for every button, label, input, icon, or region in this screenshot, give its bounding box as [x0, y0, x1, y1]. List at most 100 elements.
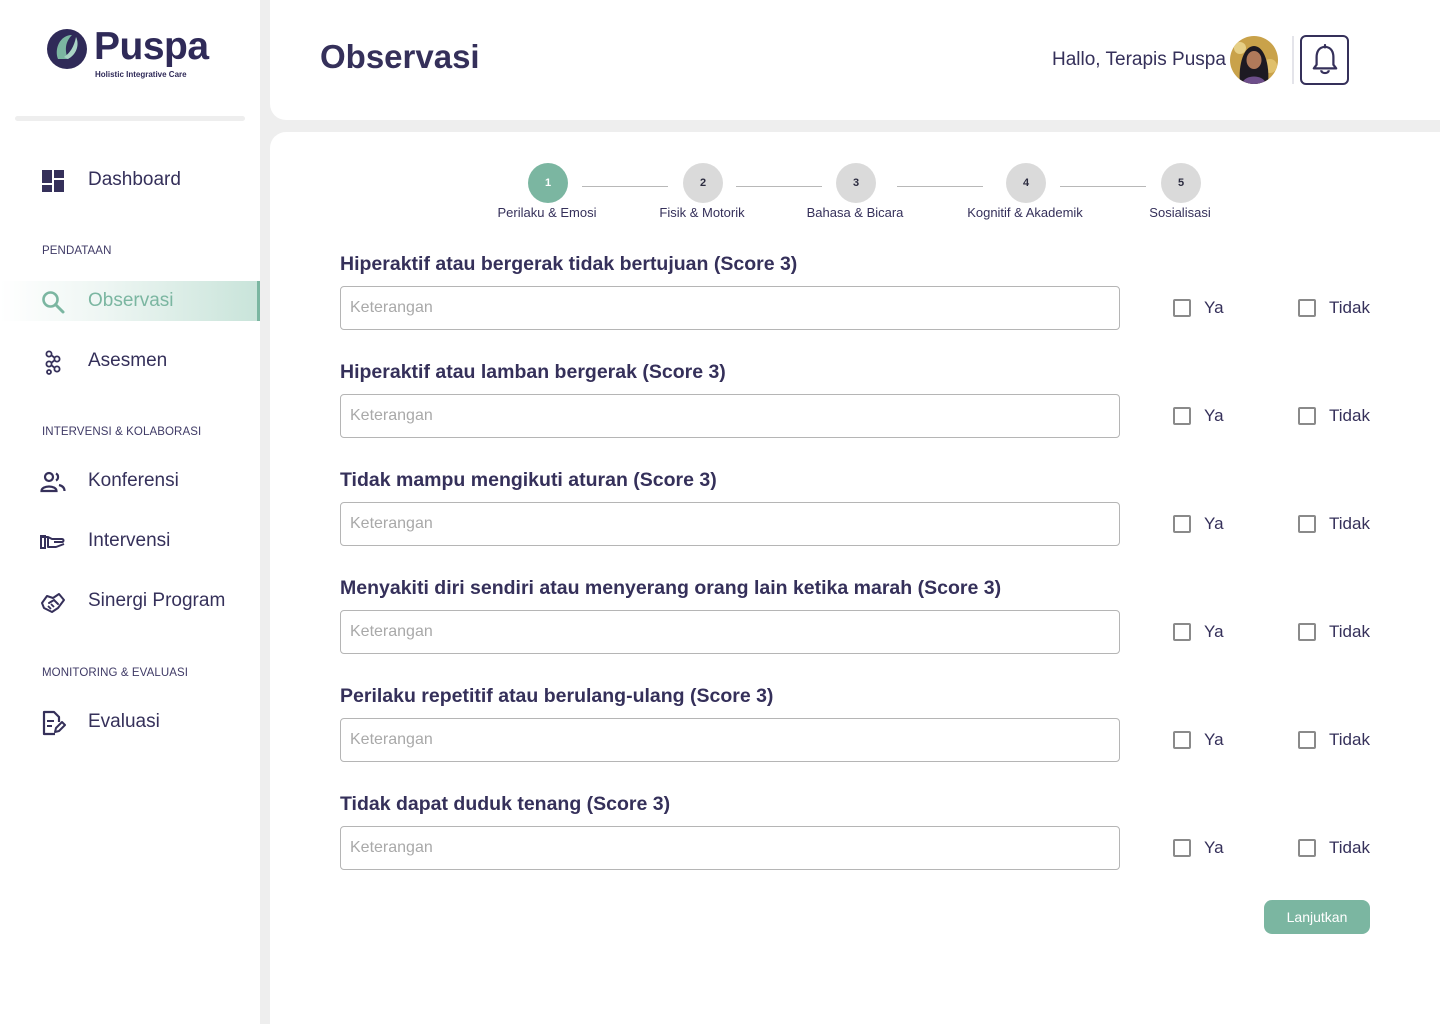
- notification-button[interactable]: [1300, 35, 1349, 85]
- step-3[interactable]: 3: [836, 163, 876, 203]
- step-label: Perilaku & Emosi: [497, 205, 597, 220]
- user-greeting: Hallo, Terapis Puspa: [1052, 49, 1226, 70]
- checkbox-label: Ya: [1204, 622, 1224, 641]
- step-connector: [1060, 186, 1146, 187]
- sidebar-item-asesmen[interactable]: Asesmen: [0, 341, 260, 381]
- section-title-monitoring-evaluasi: MONITORING & EVALUASI: [42, 667, 189, 679]
- keterangan-input[interactable]: [340, 718, 1120, 762]
- sidebar-item-label: Asesmen: [88, 350, 168, 371]
- sidebar-item-konferensi[interactable]: Konferensi: [0, 461, 260, 501]
- no-checkbox[interactable]: Tidak: [1298, 406, 1370, 426]
- yes-checkbox[interactable]: Ya: [1173, 622, 1224, 642]
- keterangan-input[interactable]: [340, 826, 1120, 870]
- sidebar-item-dashboard[interactable]: Dashboard: [0, 160, 260, 200]
- brand-logo[interactable]: Puspa Holistic Integrative Care: [46, 25, 209, 87]
- bell-icon: [1312, 44, 1338, 75]
- yes-checkbox[interactable]: Ya: [1173, 406, 1224, 426]
- question-title: Hiperaktif atau lamban bergerak (Score 3…: [340, 361, 726, 383]
- checkbox-label: Ya: [1204, 838, 1224, 857]
- sidebar-item-label: Intervensi: [88, 530, 171, 551]
- checkbox-label: Tidak: [1329, 838, 1370, 857]
- sidebar-item-label: Observasi: [88, 290, 174, 311]
- checkbox-box[interactable]: [1173, 839, 1191, 857]
- checkbox-box[interactable]: [1298, 839, 1316, 857]
- checkbox-label: Ya: [1204, 514, 1224, 533]
- checkbox-box[interactable]: [1298, 623, 1316, 641]
- checkbox-box[interactable]: [1298, 731, 1316, 749]
- step-5[interactable]: 5: [1161, 163, 1201, 203]
- step-label: Kognitif & Akademik: [967, 205, 1083, 220]
- question-title: Tidak dapat duduk tenang (Score 3): [340, 793, 671, 815]
- dashboard-icon: [42, 170, 64, 192]
- no-checkbox[interactable]: Tidak: [1298, 298, 1370, 318]
- yes-checkbox[interactable]: Ya: [1173, 298, 1224, 318]
- sidebar-item-label: Sinergi Program: [88, 590, 226, 611]
- step-1[interactable]: 1: [528, 163, 568, 203]
- step-2[interactable]: 2: [683, 163, 723, 203]
- keterangan-input[interactable]: [340, 286, 1120, 330]
- sidebar: Puspa Holistic Integrative Care Dashboar…: [0, 0, 260, 1024]
- step-label: Bahasa & Bicara: [806, 205, 904, 220]
- sidebar-item-intervensi[interactable]: Intervensi: [0, 521, 260, 561]
- checkbox-box[interactable]: [1173, 623, 1191, 641]
- no-checkbox[interactable]: Tidak: [1298, 514, 1370, 534]
- sidebar-item-label: Konferensi: [88, 470, 179, 491]
- checkbox-box[interactable]: [1173, 299, 1191, 317]
- page-title: Observasi: [320, 38, 480, 75]
- checkbox-box[interactable]: [1298, 407, 1316, 425]
- question-title: Perilaku repetitif atau berulang-ulang (…: [340, 685, 774, 707]
- checkbox-label: Tidak: [1329, 298, 1370, 317]
- step-4[interactable]: 4: [1006, 163, 1046, 203]
- checkbox-label: Ya: [1204, 298, 1224, 317]
- no-checkbox[interactable]: Tidak: [1298, 622, 1370, 642]
- avatar-image: [1230, 36, 1278, 84]
- step-label: Sosialisasi: [1149, 205, 1211, 220]
- keterangan-input[interactable]: [340, 610, 1120, 654]
- keterangan-input[interactable]: [340, 394, 1120, 438]
- people-icon: [40, 471, 66, 493]
- checkbox-label: Ya: [1204, 730, 1224, 749]
- yes-checkbox[interactable]: Ya: [1173, 838, 1224, 858]
- checkbox-box[interactable]: [1298, 299, 1316, 317]
- section-title-intervensi-kolaborasi: INTERVENSI & KOLABORASI: [42, 426, 202, 438]
- checkbox-box[interactable]: [1173, 407, 1191, 425]
- checkbox-box[interactable]: [1298, 515, 1316, 533]
- question-title: Menyakiti diri sendiri atau menyerang or…: [340, 577, 1002, 599]
- checkbox-label: Tidak: [1329, 730, 1370, 749]
- avatar[interactable]: [1230, 36, 1278, 84]
- checkbox-label: Tidak: [1329, 622, 1370, 641]
- checkbox-label: Tidak: [1329, 406, 1370, 425]
- keterangan-input[interactable]: [340, 502, 1120, 546]
- sidebar-item-evaluasi[interactable]: Evaluasi: [0, 702, 260, 742]
- checkbox-box[interactable]: [1173, 731, 1191, 749]
- next-button[interactable]: Lanjutkan: [1264, 900, 1370, 934]
- step-connector: [897, 186, 983, 187]
- hand-icon: [40, 535, 65, 549]
- question-title: Hiperaktif atau bergerak tidak bertujuan…: [340, 253, 798, 275]
- handshake-icon: [41, 593, 65, 613]
- brand-name: Puspa: [94, 25, 209, 68]
- search-icon: [42, 291, 65, 314]
- dna-icon: [45, 350, 61, 375]
- top-header: Observasi Hallo, Terapis Puspa: [270, 0, 1440, 120]
- step-label: Fisik & Motorik: [659, 205, 745, 220]
- sidebar-item-label: Dashboard: [88, 169, 181, 190]
- checkbox-label: Ya: [1204, 406, 1224, 425]
- checkbox-box[interactable]: [1173, 515, 1191, 533]
- header-divider: [1292, 36, 1294, 84]
- main-content: 1 Perilaku & Emosi 2 Fisik & Motorik 3 B…: [270, 132, 1440, 1024]
- no-checkbox[interactable]: Tidak: [1298, 730, 1370, 750]
- step-connector: [582, 186, 668, 187]
- no-checkbox[interactable]: Tidak: [1298, 838, 1370, 858]
- sidebar-item-label: Evaluasi: [88, 711, 160, 732]
- sidebar-item-sinergi-program[interactable]: Sinergi Program: [0, 581, 260, 621]
- brand-tagline: Holistic Integrative Care: [95, 70, 187, 79]
- yes-checkbox[interactable]: Ya: [1173, 730, 1224, 750]
- document-edit-icon: [42, 710, 66, 736]
- step-connector: [736, 186, 822, 187]
- puspa-logo-icon: [47, 29, 87, 69]
- question-title: Tidak mampu mengikuti aturan (Score 3): [340, 469, 717, 491]
- sidebar-item-observasi[interactable]: Observasi: [0, 281, 260, 321]
- divider: [15, 116, 245, 121]
- yes-checkbox[interactable]: Ya: [1173, 514, 1224, 534]
